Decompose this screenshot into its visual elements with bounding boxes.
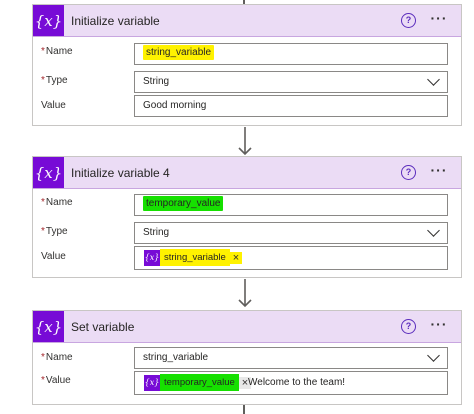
- action-card-initialize-variable[interactable]: {x} Initialize variable ? ··· *Name stri…: [32, 4, 462, 126]
- type-dropdown[interactable]: String: [134, 71, 448, 93]
- type-value: String: [143, 76, 170, 87]
- chevron-down-icon[interactable]: [427, 349, 440, 362]
- close-icon[interactable]: ×: [229, 251, 243, 264]
- flow-arrow-icon: [238, 279, 252, 308]
- required-mark: *: [41, 197, 45, 208]
- value-input[interactable]: {x} string_variable ×: [134, 246, 448, 270]
- help-icon[interactable]: ?: [401, 165, 416, 180]
- name-label: *Name: [41, 352, 73, 363]
- name-dropdown[interactable]: string_variable: [134, 347, 448, 369]
- type-label: *Type: [41, 75, 68, 86]
- card-header[interactable]: {x} Initialize variable 4 ? ···: [33, 157, 461, 189]
- value-input[interactable]: {x} temporary_value × Welcome to the tea…: [134, 371, 448, 395]
- name-input[interactable]: temporary_value: [134, 194, 448, 216]
- required-mark: *: [41, 375, 45, 386]
- type-value: String: [143, 227, 170, 238]
- token-label: string_variable: [160, 249, 230, 266]
- variable-icon: {x}: [33, 157, 64, 188]
- variable-icon: {x}: [144, 374, 160, 391]
- value-text: Welcome to the team!: [248, 377, 346, 388]
- type-label: *Type: [41, 226, 68, 237]
- help-icon[interactable]: ?: [401, 13, 416, 28]
- dynamic-content-token[interactable]: {x} temporary_value ×: [144, 374, 252, 391]
- required-mark: *: [41, 226, 45, 237]
- variable-icon: {x}: [144, 249, 160, 266]
- required-mark: *: [41, 75, 45, 86]
- card-title: Initialize variable 4: [71, 166, 170, 180]
- more-options-icon[interactable]: ···: [429, 11, 449, 27]
- card-title: Initialize variable: [71, 14, 160, 28]
- name-label: *Name: [41, 197, 73, 208]
- value-text: Good morning: [143, 100, 207, 111]
- more-options-icon[interactable]: ···: [429, 317, 449, 333]
- chevron-down-icon[interactable]: [427, 73, 440, 86]
- variable-icon: {x}: [33, 311, 64, 342]
- name-value: string_variable: [143, 352, 209, 363]
- action-card-set-variable[interactable]: {x} Set variable ? ··· *Name string_vari…: [32, 310, 462, 405]
- action-card-initialize-variable-4[interactable]: {x} Initialize variable 4 ? ··· *Name te…: [32, 156, 462, 278]
- token-label: temporary_value: [160, 374, 239, 391]
- flow-arrow-icon: [238, 127, 252, 156]
- help-icon[interactable]: ?: [401, 319, 416, 334]
- name-value: temporary_value: [143, 196, 224, 211]
- value-label: *Value: [41, 375, 71, 386]
- required-mark: *: [41, 46, 45, 57]
- more-options-icon[interactable]: ···: [429, 163, 449, 179]
- type-dropdown[interactable]: String: [134, 222, 448, 244]
- chevron-down-icon[interactable]: [427, 224, 440, 237]
- card-title: Set variable: [71, 320, 135, 334]
- name-value: string_variable: [143, 45, 215, 60]
- value-label: Value: [41, 100, 66, 111]
- name-label: *Name: [41, 46, 73, 57]
- name-input[interactable]: string_variable: [134, 43, 448, 65]
- variable-icon: {x}: [33, 5, 64, 36]
- card-header[interactable]: {x} Initialize variable ? ···: [33, 5, 461, 37]
- card-header[interactable]: {x} Set variable ? ···: [33, 311, 461, 343]
- required-mark: *: [41, 352, 45, 363]
- dynamic-content-token[interactable]: {x} string_variable ×: [144, 249, 243, 266]
- value-label: Value: [41, 251, 66, 262]
- connector-stub-bottom: [243, 405, 245, 414]
- value-input[interactable]: Good morning: [134, 95, 448, 117]
